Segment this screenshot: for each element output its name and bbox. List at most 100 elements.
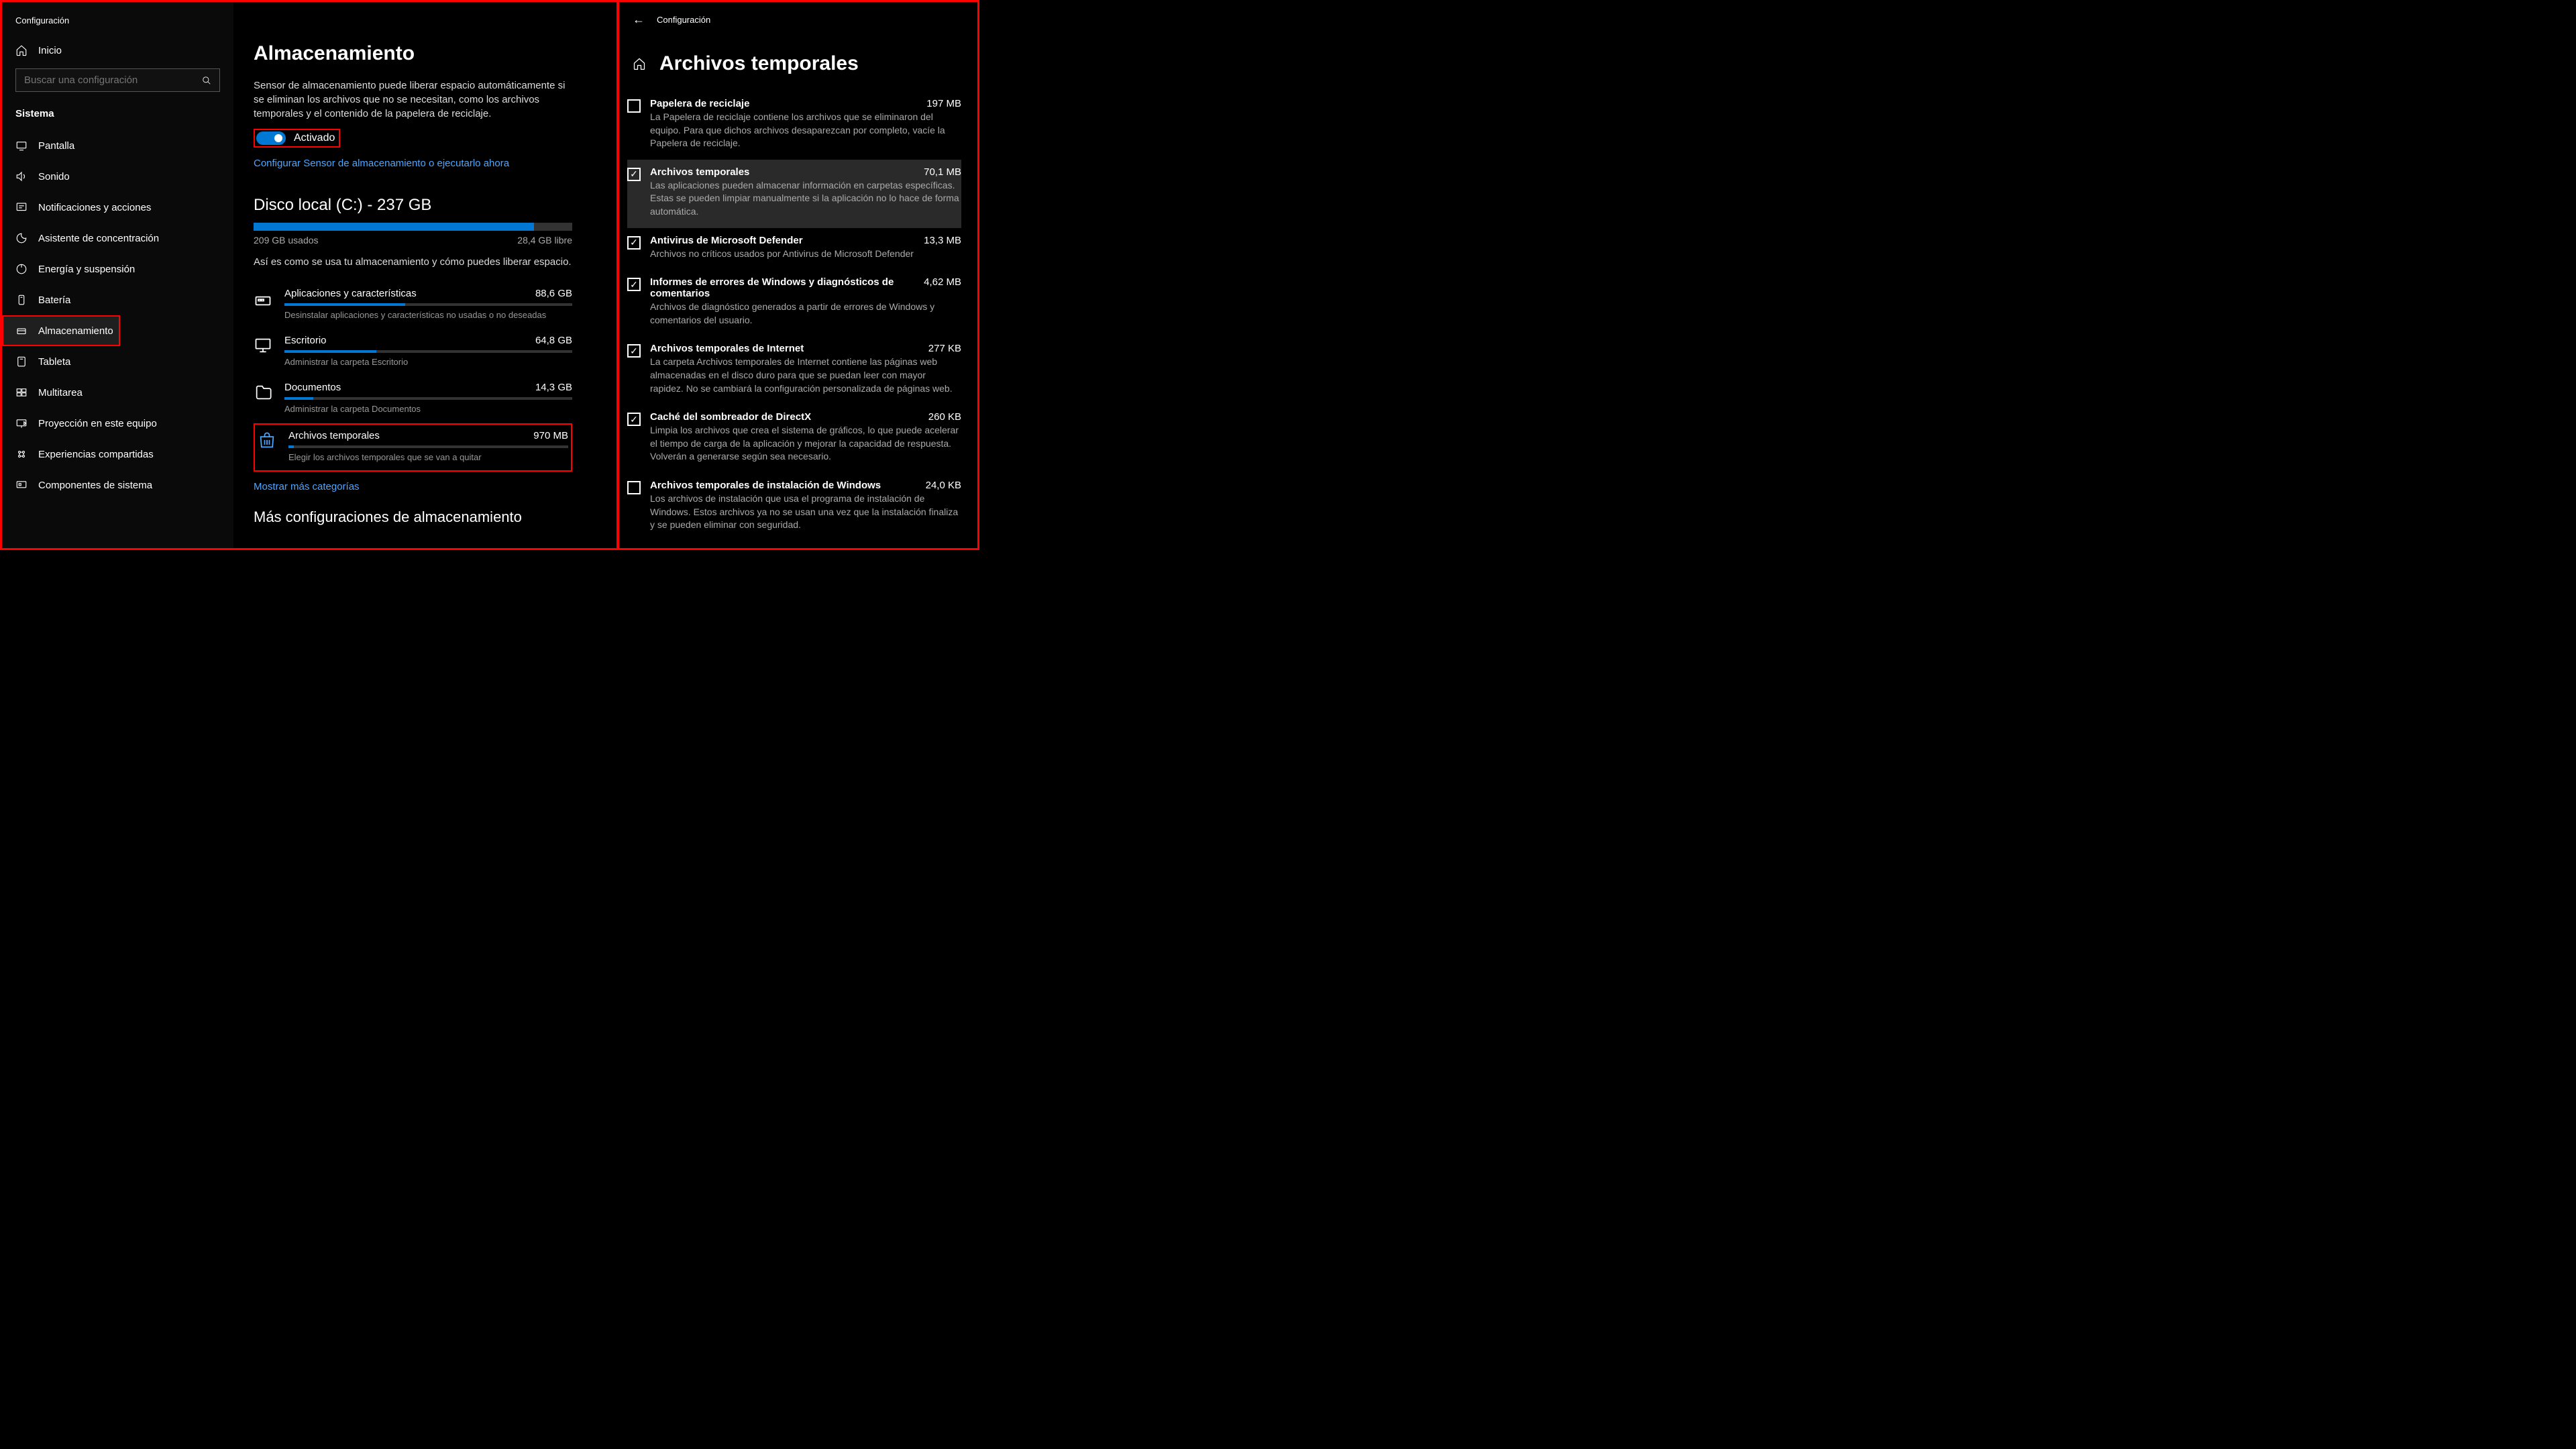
category-icon xyxy=(254,336,272,355)
nav-icon xyxy=(15,325,28,337)
storage-category-row[interactable]: Archivos temporales970 MBElegir los arch… xyxy=(254,423,572,472)
back-button[interactable]: ← xyxy=(633,13,645,27)
storage-category-row[interactable]: Aplicaciones y características88,6 GBDes… xyxy=(254,282,572,329)
temp-item-name: Archivos temporales de instalación de Wi… xyxy=(650,480,881,491)
checkbox[interactable] xyxy=(627,99,641,113)
temp-file-item[interactable]: ✓Antivirus de Microsoft Defender13,3 MBA… xyxy=(627,228,961,270)
sidebar-item-label: Multitarea xyxy=(38,387,83,398)
show-more-categories-link[interactable]: Mostrar más categorías xyxy=(254,481,590,492)
search-input[interactable] xyxy=(24,74,202,86)
checkbox[interactable]: ✓ xyxy=(627,236,641,250)
section-label: Sistema xyxy=(2,104,233,130)
sidebar-item-multitarea[interactable]: Multitarea xyxy=(2,377,233,408)
configure-storage-sense-link[interactable]: Configurar Sensor de almacenamiento o ej… xyxy=(254,158,590,169)
storage-category-row[interactable]: Escritorio64,8 GBAdministrar la carpeta … xyxy=(254,329,572,376)
search-input-box[interactable] xyxy=(15,68,220,92)
nav-icon xyxy=(15,201,28,213)
temp-item-desc: La Papelera de reciclaje contiene los ar… xyxy=(650,111,961,150)
category-bar xyxy=(284,303,572,306)
sidebar-item-sonido[interactable]: Sonido xyxy=(2,161,233,192)
temp-item-desc: Las aplicaciones pueden almacenar inform… xyxy=(650,179,961,219)
category-bar xyxy=(288,445,568,448)
sidebar-item-label: Tableta xyxy=(38,356,70,368)
nav-icon xyxy=(15,448,28,460)
temp-item-desc: Los archivos de instalación que usa el p… xyxy=(650,492,961,532)
category-icon xyxy=(254,383,272,402)
nav-icon xyxy=(15,386,28,398)
category-name: Archivos temporales xyxy=(288,430,380,441)
category-subtitle: Desinstalar aplicaciones y característic… xyxy=(284,310,572,320)
category-subtitle: Elegir los archivos temporales que se va… xyxy=(288,452,568,462)
storage-sense-toggle[interactable]: Activado xyxy=(254,129,340,148)
temp-item-name: Informes de errores de Windows y diagnós… xyxy=(650,276,917,299)
category-icon xyxy=(258,431,276,450)
sidebar-item-batería[interactable]: Batería xyxy=(2,284,233,315)
nav-icon xyxy=(15,140,28,152)
nav-icon xyxy=(15,170,28,182)
checkbox[interactable]: ✓ xyxy=(627,168,641,181)
temp-file-item[interactable]: ✓ Informes de errores de Windows y diagnó… xyxy=(627,270,961,336)
sidebar-item-proyección-en-este-equipo[interactable]: Proyección en este equipo xyxy=(2,408,233,439)
toggle-switch[interactable] xyxy=(256,131,286,145)
category-size: 14,3 GB xyxy=(535,382,572,393)
category-icon xyxy=(254,289,272,308)
temp-file-item[interactable]: Archivos temporales de instalación de Wi… xyxy=(627,473,961,541)
sidebar-item-asistente-de-concentración[interactable]: Asistente de concentración xyxy=(2,223,233,254)
sidebar-item-label: Almacenamiento xyxy=(38,325,113,337)
sidebar-item-energía-y-suspensión[interactable]: Energía y suspensión xyxy=(2,254,233,284)
sidebar-item-label: Asistente de concentración xyxy=(38,233,159,244)
sidebar-item-label: Componentes de sistema xyxy=(38,480,152,491)
temp-item-size: 24,0 KB xyxy=(926,480,961,491)
storage-sense-desc: Sensor de almacenamiento puede liberar e… xyxy=(254,78,569,121)
nav-icon xyxy=(15,417,28,429)
temp-file-item[interactable]: ✓ Caché del sombreador de DirectX 260 KBLi… xyxy=(627,405,961,473)
nav-icon xyxy=(15,232,28,244)
right-pane: ← Configuración Archivos temporales Pape… xyxy=(619,2,977,548)
home-icon[interactable] xyxy=(633,57,646,70)
sidebar-item-almacenamiento[interactable]: Almacenamiento xyxy=(2,315,120,346)
category-name: Aplicaciones y características xyxy=(284,288,417,299)
disk-free-label: 28,4 GB libre xyxy=(517,235,572,246)
window-title-right: Configuración xyxy=(657,15,710,25)
page-title: Almacenamiento xyxy=(254,42,590,65)
temp-item-name: Archivos temporales xyxy=(650,166,749,178)
page-title-right: Archivos temporales xyxy=(659,52,859,75)
temp-file-item[interactable]: ✓ Archivos temporales 70,1 MBLas aplicacio… xyxy=(627,160,961,228)
temp-item-desc: Limpia los archivos que crea el sistema … xyxy=(650,424,961,464)
checkbox[interactable]: ✓ xyxy=(627,344,641,358)
nav-icon xyxy=(15,263,28,275)
sidebar-item-label: Experiencias compartidas xyxy=(38,449,154,460)
sidebar-item-label: Pantalla xyxy=(38,140,74,152)
temp-item-size: 70,1 MB xyxy=(924,166,961,178)
checkbox[interactable] xyxy=(627,481,641,494)
nav-icon xyxy=(15,479,28,491)
temp-item-size: 260 KB xyxy=(928,411,961,423)
sidebar-item-label: Batería xyxy=(38,294,70,306)
checkbox[interactable]: ✓ xyxy=(627,413,641,426)
checkbox[interactable]: ✓ xyxy=(627,278,641,291)
sidebar-item-experiencias-compartidas[interactable]: Experiencias compartidas xyxy=(2,439,233,470)
sidebar-item-notificaciones-y-acciones[interactable]: Notificaciones y acciones xyxy=(2,192,233,223)
storage-category-row[interactable]: Documentos14,3 GBAdministrar la carpeta … xyxy=(254,376,572,423)
temp-item-name: Antivirus de Microsoft Defender xyxy=(650,235,803,246)
category-bar xyxy=(284,350,572,353)
temp-item-size: 4,62 MB xyxy=(924,276,961,288)
temp-file-item[interactable]: ✓Archivos temporales de Internet277 KBLa… xyxy=(627,336,961,405)
sidebar-item-pantalla[interactable]: Pantalla xyxy=(2,130,233,161)
category-name: Escritorio xyxy=(284,335,327,346)
category-subtitle: Administrar la carpeta Documentos xyxy=(284,404,572,414)
search-icon xyxy=(202,76,211,85)
temp-item-desc: Archivos de diagnóstico generados a part… xyxy=(650,301,961,327)
home-icon xyxy=(15,44,28,56)
sidebar-item-componentes-de-sistema[interactable]: Componentes de sistema xyxy=(2,470,233,500)
toggle-label: Activado xyxy=(294,132,335,144)
sidebar-item-label: Energía y suspensión xyxy=(38,264,135,275)
temp-file-item[interactable]: Papelera de reciclaje197 MBLa Papelera d… xyxy=(627,91,961,160)
temp-item-desc: La carpeta Archivos temporales de Intern… xyxy=(650,356,961,395)
temp-item-size: 197 MB xyxy=(926,98,961,109)
home-button[interactable]: Inicio xyxy=(2,38,233,68)
sidebar-item-label: Sonido xyxy=(38,171,70,182)
more-storage-config-title: Más configuraciones de almacenamiento xyxy=(254,508,590,526)
temp-item-name: Caché del sombreador de DirectX xyxy=(650,411,811,423)
sidebar-item-tableta[interactable]: Tableta xyxy=(2,346,233,377)
